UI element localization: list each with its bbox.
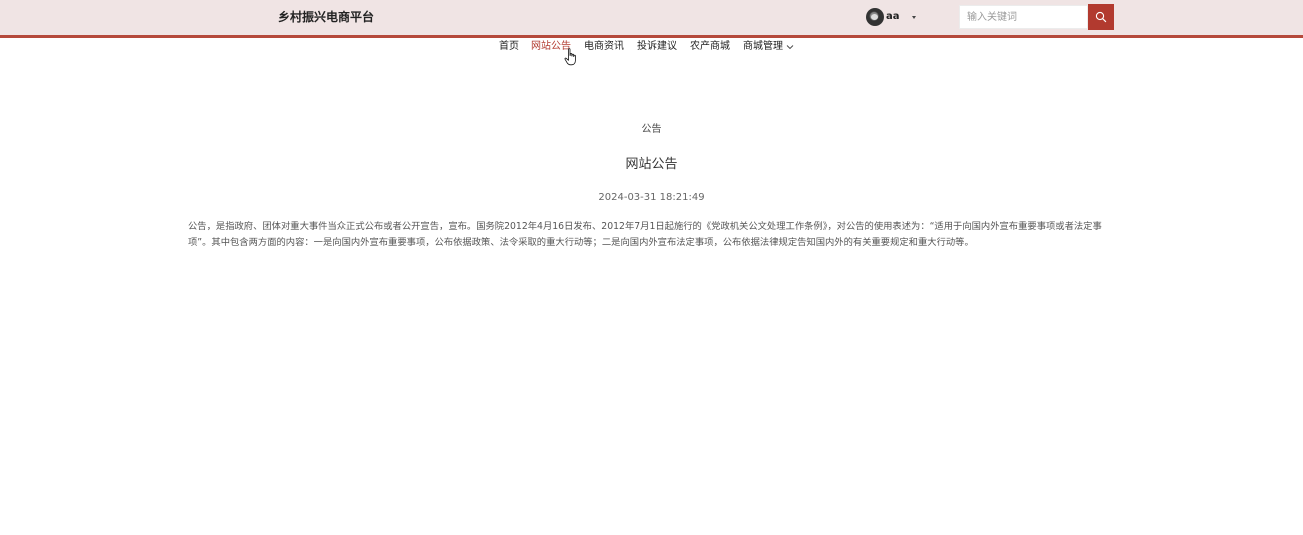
main-nav: 首页 网站公告 电商资讯 投诉建议 农产商城 商城管理 bbox=[0, 40, 1303, 56]
nav-item-mall-management[interactable]: 商城管理 bbox=[743, 40, 794, 54]
nav-item-ecommerce-news[interactable]: 电商资讯 bbox=[584, 40, 624, 54]
site-title[interactable]: 乡村振兴电商平台 bbox=[278, 9, 374, 25]
nav-item-complaints[interactable]: 投诉建议 bbox=[637, 40, 677, 54]
username[interactable]: aa bbox=[886, 10, 900, 24]
user-menu[interactable]: aa bbox=[866, 8, 900, 26]
caret-down-icon[interactable] bbox=[912, 16, 916, 19]
chevron-down-icon bbox=[786, 45, 794, 50]
article-body: 公告，是指政府、团体对重大事件当众正式公布或者公开宣告，宣布。国务院2012年4… bbox=[188, 221, 1102, 248]
article-title: 网站公告 bbox=[625, 157, 678, 172]
search-input[interactable] bbox=[959, 5, 1088, 29]
nav-item-farm-mall[interactable]: 农产商城 bbox=[690, 40, 730, 54]
hand-cursor-icon bbox=[564, 48, 576, 66]
nav-item-home[interactable]: 首页 bbox=[499, 40, 519, 54]
avatar[interactable] bbox=[866, 8, 884, 26]
article-date: 2024-03-31 18:21:49 bbox=[598, 192, 705, 203]
nav-item-label: 商城管理 bbox=[743, 41, 783, 52]
top-header-bar: 乡村振兴电商平台 aa bbox=[0, 0, 1303, 38]
search-button[interactable] bbox=[1088, 4, 1114, 30]
article-category: 公告 bbox=[641, 124, 662, 135]
search-icon bbox=[1095, 11, 1107, 23]
